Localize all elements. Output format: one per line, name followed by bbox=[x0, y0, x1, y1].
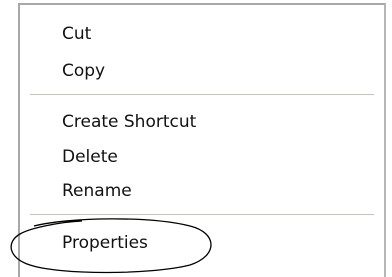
menu-item-properties[interactable]: Properties bbox=[62, 233, 148, 253]
menu-separator bbox=[30, 214, 374, 216]
menu-item-rename[interactable]: Rename bbox=[62, 181, 132, 201]
menu-item-create-shortcut[interactable]: Create Shortcut bbox=[62, 112, 196, 132]
menu-item-delete[interactable]: Delete bbox=[62, 147, 118, 167]
menu-item-copy[interactable]: Copy bbox=[62, 61, 105, 81]
menu-item-cut[interactable]: Cut bbox=[62, 24, 91, 44]
menu-separator bbox=[30, 94, 374, 96]
context-menu: Cut Copy Create Shortcut Delete Rename P… bbox=[18, 3, 386, 277]
